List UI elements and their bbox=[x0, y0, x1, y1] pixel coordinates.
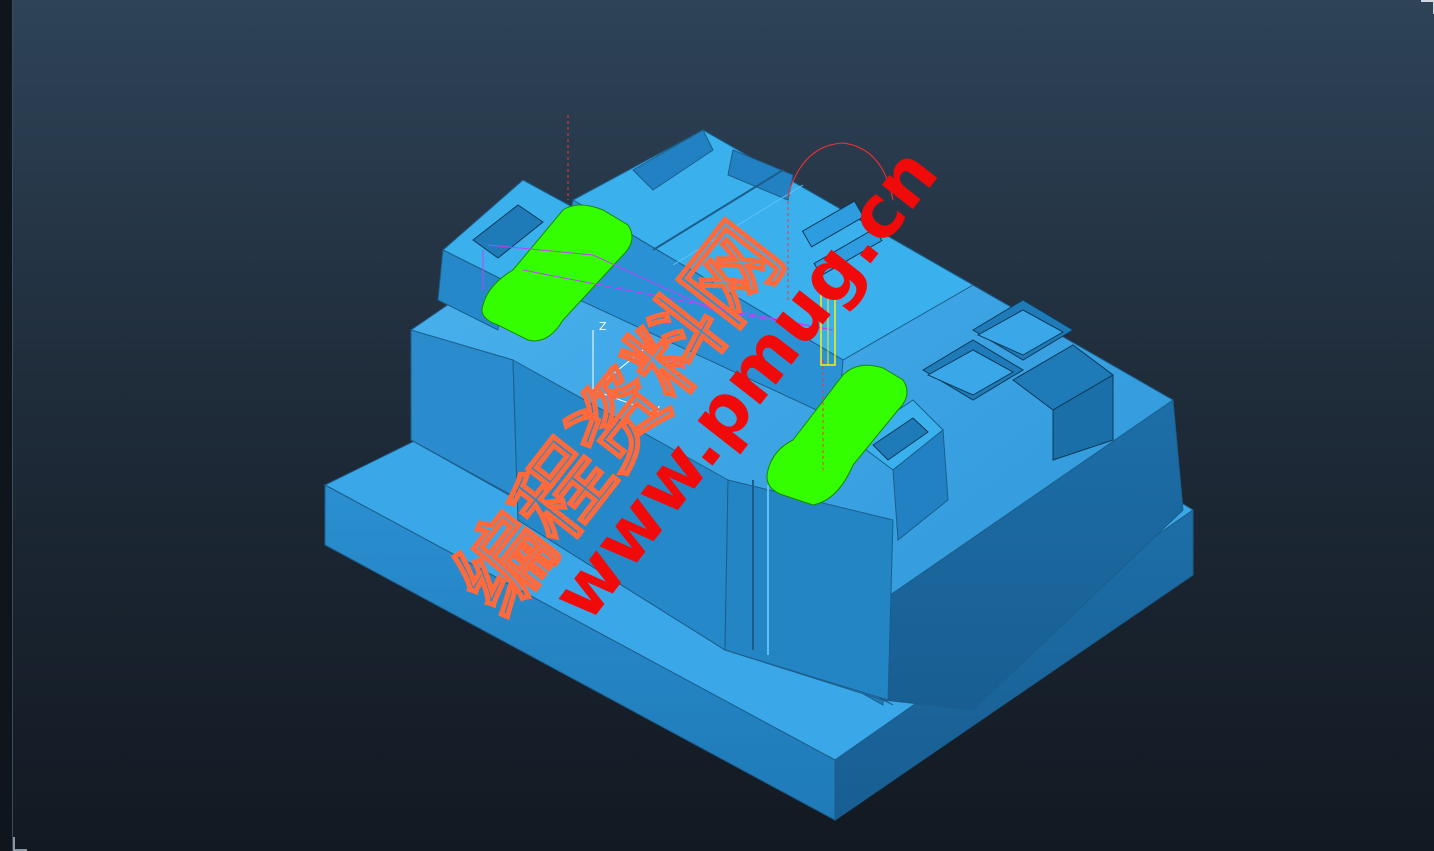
graphics-viewport[interactable]: Z Y X 编程资料网 www.pmug.cn bbox=[12, 0, 1434, 851]
viewport-corner-marker bbox=[13, 837, 27, 851]
viewport-corner-marker bbox=[1421, 0, 1434, 14]
cad-model-canvas[interactable]: Z Y X 编程资料网 www.pmug.cn bbox=[13, 0, 1434, 851]
triad-z-label: Z bbox=[599, 320, 607, 333]
